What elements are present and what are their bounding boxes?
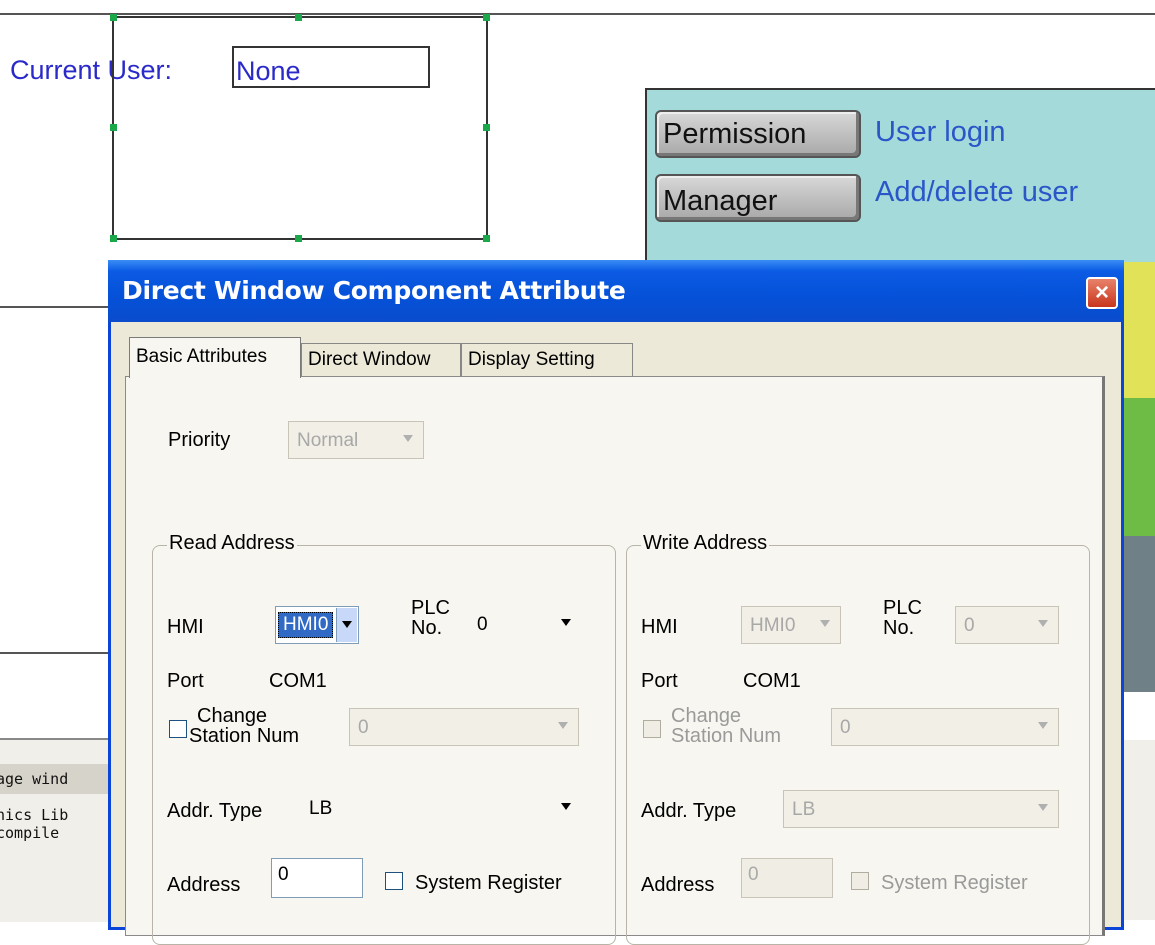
chevron-down-icon — [820, 620, 830, 627]
resize-handle-sw[interactable] — [110, 235, 117, 242]
tab-display-setting[interactable]: Display Setting — [461, 343, 633, 377]
read-station-select: 0 — [349, 708, 579, 746]
resize-handle-e[interactable] — [483, 124, 490, 131]
permission-note: User login — [875, 116, 1006, 148]
read-port-value: COM1 — [269, 670, 327, 692]
priority-select: Normal — [288, 421, 424, 459]
chevron-down-icon — [1038, 804, 1048, 811]
priority-label: Priority — [168, 429, 231, 451]
read-address-group: Read Address HMI HMI0 PLC No. 0 Port COM… — [152, 532, 616, 945]
tab-basic-attributes[interactable]: Basic Attributes — [129, 337, 301, 378]
priority-value: Normal — [297, 430, 359, 451]
output-line: compile — [0, 824, 60, 842]
write-change-station-label: Change Station Num — [671, 706, 781, 746]
dialog-title: Direct Window Component Attribute — [122, 276, 626, 305]
chevron-down-icon — [561, 619, 571, 626]
write-system-register-checkbox — [851, 872, 869, 890]
read-addr-type-label: Addr. Type — [167, 800, 263, 822]
write-hmi-label: HMI — [641, 616, 678, 638]
read-hmi-label: HMI — [167, 616, 204, 638]
read-change-station-label: Change Station Num — [189, 705, 299, 746]
canvas-strip-slate — [1122, 536, 1155, 692]
write-address-value: 0 — [748, 864, 759, 885]
resize-handle-s[interactable] — [295, 235, 302, 242]
read-port-label: Port — [167, 670, 204, 692]
resize-handle-n[interactable] — [295, 14, 302, 21]
write-plc-label-line1: PLC — [883, 597, 922, 619]
chevron-down-icon — [1038, 722, 1048, 729]
read-addr-type-value: LB — [309, 798, 333, 819]
read-system-register-label: System Register — [415, 872, 562, 894]
write-change-station-checkbox — [643, 720, 661, 738]
write-address-group: Write Address HMI HMI0 PLC No. 0 Port CO… — [626, 532, 1090, 945]
write-addr-type-select: LB — [783, 790, 1059, 828]
chevron-down-icon — [342, 621, 352, 628]
resize-handle-se[interactable] — [483, 235, 490, 242]
write-port-label: Port — [641, 670, 678, 692]
read-station-value: 0 — [358, 717, 369, 738]
read-plc-value: 0 — [477, 614, 488, 635]
canvas-strip-yellow — [1122, 262, 1155, 398]
chevron-down-icon — [1038, 620, 1048, 627]
dialog-titlebar[interactable]: Direct Window Component Attribute × — [108, 260, 1124, 322]
chevron-down-icon — [403, 435, 413, 442]
read-plc-label-line1: PLC — [411, 597, 450, 619]
canvas-divider-left-2 — [0, 652, 108, 654]
write-plc-label: PLC No. — [883, 598, 922, 638]
user-panel: Permission User login Manager Add/delete… — [645, 88, 1155, 268]
manager-button[interactable]: Manager — [655, 174, 861, 222]
dropdown-button[interactable] — [336, 608, 357, 642]
write-address-input: 0 — [741, 858, 833, 898]
chevron-down-icon — [561, 803, 571, 810]
read-plc-select[interactable]: 0 — [469, 606, 581, 644]
read-hmi-select[interactable]: HMI0 — [275, 606, 359, 644]
read-address-input[interactable]: 0 — [271, 858, 363, 898]
output-line: age wind — [0, 770, 69, 788]
write-addr-type-label: Addr. Type — [641, 800, 737, 822]
selected-direct-window-component[interactable] — [110, 14, 490, 242]
output-line: hics Lib — [0, 806, 69, 824]
read-hmi-value: HMI0 — [278, 612, 334, 638]
canvas-divider-left-1 — [0, 306, 108, 308]
resize-handle-nw[interactable] — [110, 14, 117, 21]
write-port-value: COM1 — [743, 670, 801, 692]
manager-note: Add/delete user — [875, 176, 1079, 208]
write-addr-type-value: LB — [792, 799, 816, 820]
write-station-select: 0 — [831, 708, 1059, 746]
write-plc-label-line2: No. — [883, 617, 915, 639]
tab-direct-window[interactable]: Direct Window — [301, 343, 461, 377]
write-system-register-label: System Register — [881, 872, 1028, 894]
output-pane: age wind hics Lib compile — [0, 738, 108, 922]
canvas-divider-top — [0, 13, 1155, 15]
write-address-caption: Write Address — [641, 532, 770, 555]
resize-handle-ne[interactable] — [483, 14, 490, 21]
write-address-label: Address — [641, 874, 715, 896]
right-side-pane — [1124, 740, 1155, 920]
write-station-value: 0 — [840, 717, 851, 738]
read-address-value: 0 — [278, 864, 289, 885]
basic-attributes-panel: Priority Normal Read Address HMI HMI0 PL… — [125, 376, 1105, 945]
write-plc-value: 0 — [964, 615, 975, 636]
read-addr-type-select[interactable]: LB — [301, 790, 581, 828]
read-system-register-checkbox[interactable] — [385, 872, 403, 890]
write-change-station-line1: Change — [671, 705, 742, 727]
permission-button[interactable]: Permission — [655, 110, 861, 158]
read-plc-label: PLC No. — [411, 598, 450, 638]
read-change-station-checkbox[interactable] — [169, 720, 187, 738]
write-change-station-line2: Station Num — [671, 725, 782, 747]
write-hmi-select: HMI0 — [741, 606, 841, 644]
canvas-strip-green — [1122, 398, 1155, 536]
close-button[interactable]: × — [1086, 277, 1118, 309]
read-address-label: Address — [167, 874, 241, 896]
direct-window-attribute-dialog: Direct Window Component Attribute × Basi… — [108, 260, 1124, 945]
read-plc-label-line2: No. — [411, 617, 443, 639]
resize-handle-w[interactable] — [110, 124, 117, 131]
chevron-down-icon — [558, 722, 568, 729]
close-icon: × — [1094, 279, 1109, 306]
write-plc-select: 0 — [955, 606, 1059, 644]
read-change-station-line1: Change — [197, 705, 268, 727]
write-hmi-value: HMI0 — [750, 615, 796, 636]
read-change-station-line2: Station Num — [189, 725, 300, 747]
read-address-caption: Read Address — [167, 532, 297, 555]
